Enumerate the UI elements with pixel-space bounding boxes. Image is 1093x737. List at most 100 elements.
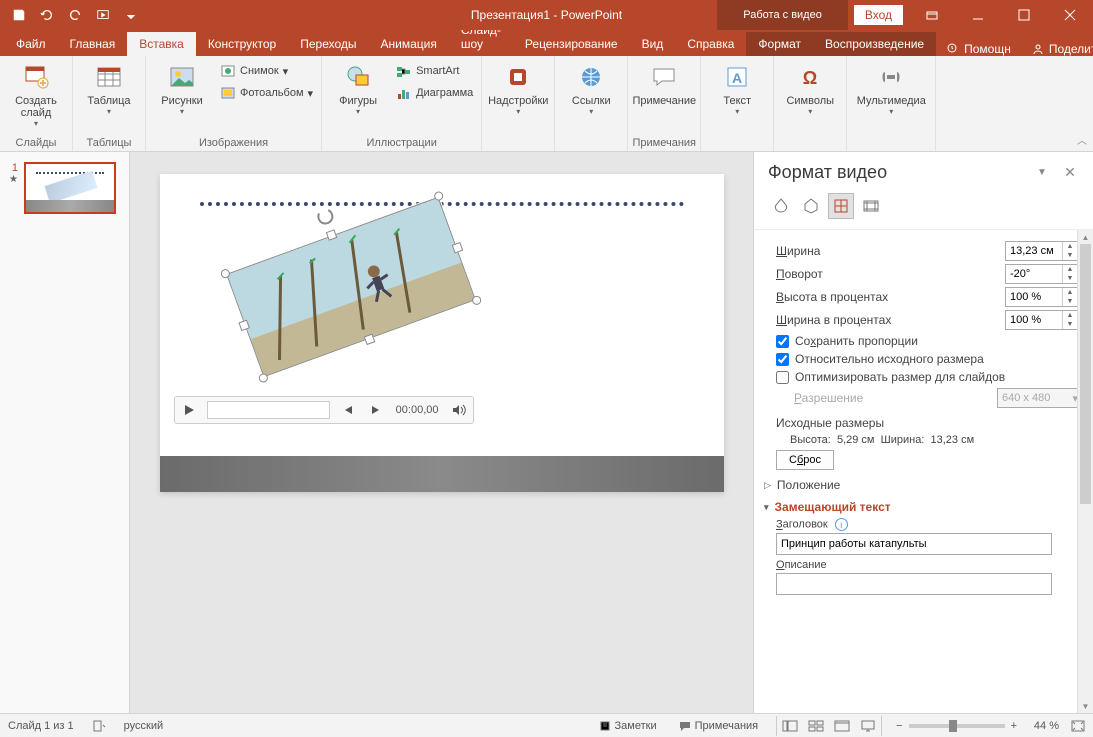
width-spinner[interactable]: ▲▼ <box>1005 241 1083 261</box>
best-scale-checkbox[interactable]: Оптимизировать размер для слайдов <box>776 370 1083 384</box>
effects-tab-icon[interactable] <box>798 193 824 219</box>
group-symbols: Ω Символы▾ <box>774 56 847 151</box>
minimize-icon[interactable] <box>955 0 1001 30</box>
tell-me[interactable]: Помощн <box>936 42 1021 56</box>
zoom-percentage[interactable]: 44 % <box>1023 720 1059 732</box>
tab-view[interactable]: Вид <box>630 32 676 56</box>
seek-track[interactable] <box>207 401 330 419</box>
fit-to-window-icon[interactable] <box>1071 720 1085 732</box>
scroll-down-icon[interactable]: ▼ <box>1078 699 1093 713</box>
group-links: Ссылки▾ <box>555 56 628 151</box>
table-button[interactable]: Таблица▾ <box>77 58 141 132</box>
play-icon[interactable] <box>175 396 203 424</box>
language-indicator[interactable]: русский <box>124 720 163 732</box>
original-size-label: Исходные размеры <box>776 416 1083 430</box>
reading-view-icon[interactable] <box>829 716 855 736</box>
slide-thumbnail[interactable] <box>24 162 116 214</box>
collapse-ribbon-icon[interactable]: ︿ <box>1077 132 1087 147</box>
pane-scrollbar[interactable]: ▲ ▼ <box>1077 230 1093 713</box>
shapes-button[interactable]: Фигуры▾ <box>326 58 390 132</box>
info-icon[interactable]: i <box>835 518 848 531</box>
zoom-in-icon[interactable]: + <box>1011 720 1017 732</box>
lock-aspect-checkbox[interactable]: Сохранить пропорции <box>776 334 1083 348</box>
relative-original-checkbox[interactable]: Относительно исходного размера <box>776 352 1083 366</box>
smartart-button[interactable]: SmartArt <box>392 60 477 82</box>
zoom-out-icon[interactable]: − <box>896 720 902 732</box>
alt-title-input[interactable] <box>776 533 1052 555</box>
video-tools-context: Работа с видео <box>717 0 848 30</box>
slide-canvas[interactable]: 00:00,00 <box>160 174 724 492</box>
media-button[interactable]: Мультимедиа▾ <box>851 58 931 132</box>
tab-format[interactable]: Формат <box>746 32 813 56</box>
comments-button[interactable]: Примечания <box>675 720 763 732</box>
share-button[interactable]: Поделиться <box>1021 42 1093 56</box>
step-forward-icon[interactable] <box>362 396 390 424</box>
tab-design[interactable]: Конструктор <box>196 32 288 56</box>
scale-height-spinner[interactable]: ▲▼ <box>1005 287 1083 307</box>
tab-insert[interactable]: Вставка <box>127 32 196 56</box>
group-slides: Создать слайд▾ Слайды <box>0 56 73 151</box>
pictures-button[interactable]: Рисунки▾ <box>150 58 214 132</box>
comment-button[interactable]: Примечание <box>632 58 696 132</box>
chart-button[interactable]: Диаграмма <box>392 82 477 104</box>
pane-close-icon[interactable]: ✕ <box>1061 164 1079 181</box>
text-button[interactable]: A Текст▾ <box>705 58 769 132</box>
size-tab-icon[interactable] <box>828 193 854 219</box>
rotation-label: Поворот <box>776 267 1005 281</box>
close-icon[interactable] <box>1047 0 1093 30</box>
video-object[interactable] <box>226 197 476 378</box>
login-button[interactable]: Вход <box>854 5 903 25</box>
zoom-slider[interactable] <box>909 724 1005 728</box>
photo-album-button[interactable]: Фотоальбом ▾ <box>216 82 317 104</box>
save-icon[interactable] <box>6 2 32 28</box>
tab-home[interactable]: Главная <box>58 32 128 56</box>
qat-customize-icon[interactable] <box>118 2 144 28</box>
tab-file[interactable]: Файл <box>4 32 58 56</box>
slideshow-view-icon[interactable] <box>855 716 881 736</box>
notes-button[interactable]: Заметки <box>595 720 661 732</box>
undo-icon[interactable] <box>34 2 60 28</box>
tab-transitions[interactable]: Переходы <box>288 32 368 56</box>
format-video-pane: Формат видео ▼ ✕ Ширина▲▼ Поворот▲▼ Высо… <box>753 152 1093 713</box>
slide-counter[interactable]: Слайд 1 из 1 <box>8 720 74 732</box>
ribbon-display-options-icon[interactable] <box>909 0 955 30</box>
links-button[interactable]: Ссылки▾ <box>559 58 623 132</box>
tab-animations[interactable]: Анимация <box>369 32 449 56</box>
scroll-up-icon[interactable]: ▲ <box>1078 230 1093 244</box>
thumbnail-panel: 1 ★ <box>0 152 130 713</box>
addins-button[interactable]: Надстройки▾ <box>486 58 550 132</box>
slide-footer-image <box>160 456 724 492</box>
resize-handle[interactable] <box>363 334 375 346</box>
step-back-icon[interactable] <box>334 396 362 424</box>
new-slide-button[interactable]: Создать слайд▾ <box>4 58 68 132</box>
reset-button[interactable]: Сброс <box>776 450 834 470</box>
scroll-thumb[interactable] <box>1080 244 1091 504</box>
view-buttons <box>776 716 882 736</box>
fill-tab-icon[interactable] <box>768 193 794 219</box>
symbols-button[interactable]: Ω Символы▾ <box>778 58 842 132</box>
spell-check-icon[interactable] <box>88 719 110 733</box>
normal-view-icon[interactable] <box>777 716 803 736</box>
quick-access-toolbar <box>0 2 144 28</box>
original-dimensions: Высота: 5,29 см Ширина: 13,23 см <box>790 434 1083 446</box>
alt-desc-input[interactable] <box>776 573 1052 595</box>
pane-options-icon[interactable]: ▼ <box>1033 167 1051 178</box>
video-tab-icon[interactable] <box>858 193 884 219</box>
tab-help[interactable]: Справка <box>675 32 746 56</box>
sorter-view-icon[interactable] <box>803 716 829 736</box>
alt-text-section[interactable]: ▾Замещающий текст <box>764 500 1083 514</box>
resolution-label: Разрешение <box>794 391 997 405</box>
volume-icon[interactable] <box>445 396 473 424</box>
position-section[interactable]: ▷Положение <box>764 478 1083 492</box>
screenshot-button[interactable]: Снимок ▾ <box>216 60 317 82</box>
resolution-select: 640 x 480▾ <box>997 388 1083 408</box>
tab-review[interactable]: Рецензирование <box>513 32 630 56</box>
maximize-icon[interactable] <box>1001 0 1047 30</box>
rotation-spinner[interactable]: ▲▼ <box>1005 264 1083 284</box>
slide-editor[interactable]: 00:00,00 <box>130 152 753 713</box>
scale-width-spinner[interactable]: ▲▼ <box>1005 310 1083 330</box>
tab-playback[interactable]: Воспроизведение <box>813 32 936 56</box>
group-comments: Примечание Примечания <box>628 56 701 151</box>
start-from-beginning-icon[interactable] <box>90 2 116 28</box>
redo-icon[interactable] <box>62 2 88 28</box>
